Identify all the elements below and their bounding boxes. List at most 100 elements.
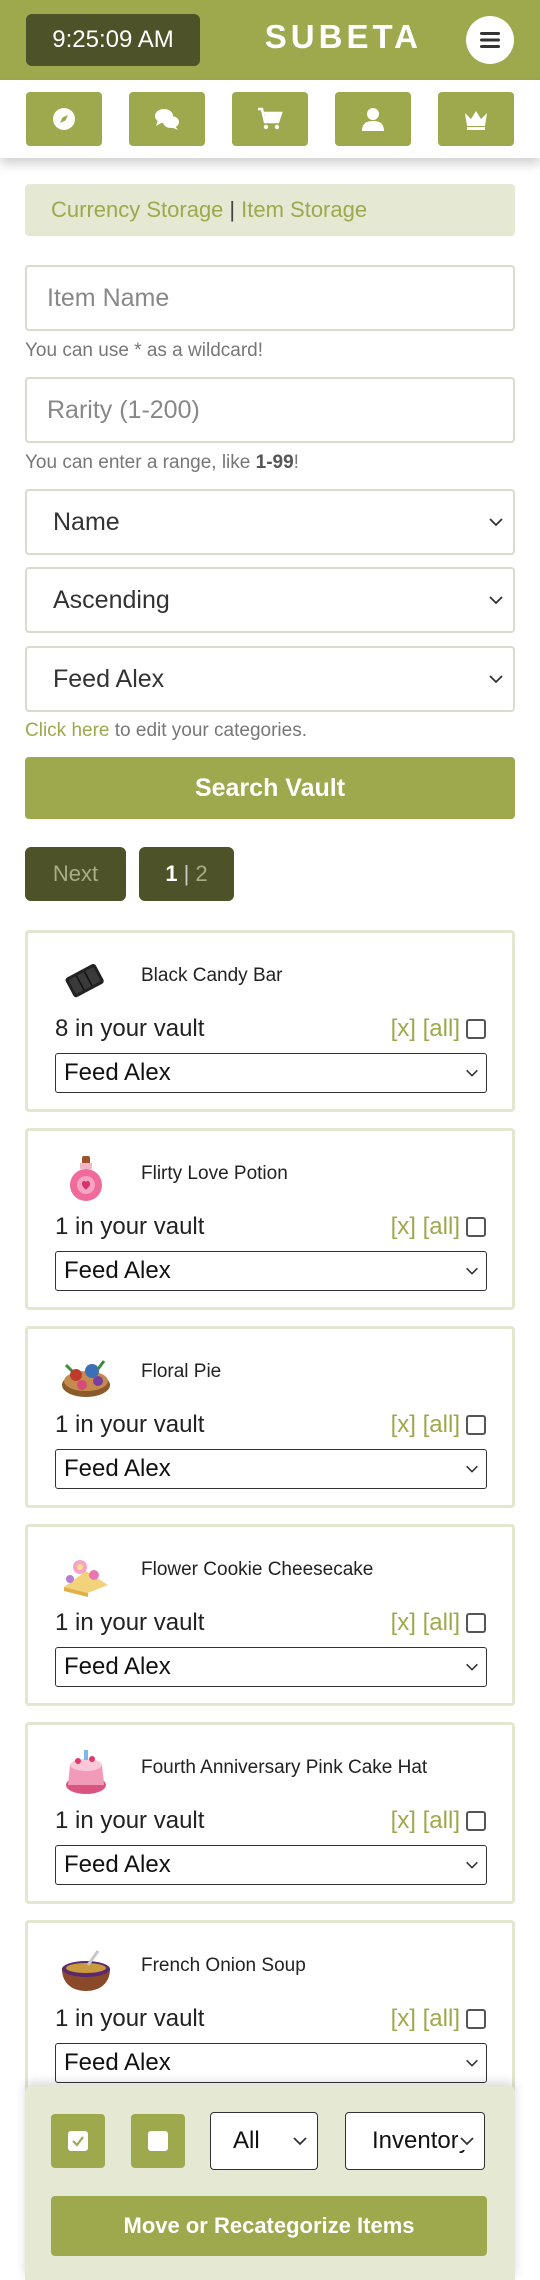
remove-one-link[interactable]: [x] bbox=[391, 2005, 416, 2032]
item-name: Black Candy Bar bbox=[141, 965, 283, 986]
current-page: 1 bbox=[165, 861, 178, 886]
item-category-select[interactable]: Feed Alex bbox=[55, 1647, 487, 1687]
item-category-select[interactable]: Feed Alex bbox=[55, 2043, 487, 2083]
page-separator: | bbox=[183, 861, 190, 886]
item-storage-link[interactable]: Item Storage bbox=[241, 197, 367, 223]
flower-cookie-cheesecake-image bbox=[64, 1560, 108, 1597]
site-logo[interactable]: SUBETA bbox=[265, 18, 422, 56]
item-count: 1 in your vault bbox=[55, 1807, 205, 1834]
chevron-down-icon bbox=[489, 675, 503, 684]
item-name-placeholder: Item Name bbox=[47, 283, 170, 312]
rarity-input[interactable]: Rarity (1-200) bbox=[25, 377, 515, 443]
chevron-down-icon bbox=[466, 1861, 478, 1869]
chevron-down-icon bbox=[489, 518, 503, 527]
chevron-down-icon bbox=[466, 1267, 478, 1275]
remove-all-link[interactable]: [all] bbox=[423, 1213, 460, 1240]
move-items-button[interactable]: Move or Recategorize Items bbox=[51, 2196, 487, 2256]
quantity-filter-select[interactable]: All bbox=[210, 2112, 318, 2170]
item-checkbox[interactable] bbox=[466, 1019, 486, 1039]
destination-value: Inventory bbox=[372, 2127, 471, 2154]
item-category-value: Feed Alex bbox=[64, 1653, 171, 1680]
remove-one-link[interactable]: [x] bbox=[391, 1411, 416, 1438]
wildcard-hint: You can use * as a wildcard! bbox=[25, 340, 264, 361]
item-checkbox[interactable] bbox=[466, 2009, 486, 2029]
item-category-value: Feed Alex bbox=[64, 1455, 171, 1482]
item-category-value: Feed Alex bbox=[64, 1851, 171, 1878]
categories-hint: Click here to edit your categories. bbox=[25, 720, 307, 742]
edit-categories-link[interactable]: Click here bbox=[25, 720, 109, 741]
remove-all-link[interactable]: [all] bbox=[423, 1411, 460, 1438]
vault-item-card: Black Candy Bar 8 in your vault [x] [all… bbox=[25, 930, 515, 1112]
page-2-link[interactable]: 2 bbox=[195, 861, 207, 887]
item-count: 1 in your vault bbox=[55, 1609, 205, 1636]
item-actions: [x] [all] bbox=[391, 1807, 460, 1835]
category-value: Feed Alex bbox=[53, 664, 165, 693]
item-name-input[interactable]: Item Name bbox=[25, 265, 515, 331]
nav-chat-button[interactable] bbox=[129, 92, 205, 146]
pink-cake-hat-image bbox=[66, 1750, 106, 1794]
empty-box-icon bbox=[148, 2131, 168, 2151]
vault-item-card: Flirty Love Potion 1 in your vault [x] [… bbox=[25, 1128, 515, 1310]
sort-field-select[interactable]: Name bbox=[25, 489, 515, 555]
remove-one-link[interactable]: [x] bbox=[391, 1213, 416, 1240]
user-icon bbox=[362, 108, 384, 131]
item-name: French Onion Soup bbox=[141, 1955, 306, 1976]
chevron-down-icon bbox=[466, 1663, 478, 1671]
range-hint: You can enter a range, like 1-99! bbox=[25, 452, 299, 474]
chat-icon bbox=[155, 109, 179, 130]
next-page-button[interactable]: Next bbox=[25, 847, 126, 901]
range-hint-example: 1-99 bbox=[255, 452, 294, 473]
remove-all-link[interactable]: [all] bbox=[423, 1807, 460, 1834]
nav-premium-button[interactable] bbox=[438, 92, 514, 146]
remove-all-link[interactable]: [all] bbox=[423, 1015, 460, 1042]
item-count: 1 in your vault bbox=[55, 1213, 205, 1240]
remove-all-link[interactable]: [all] bbox=[423, 2005, 460, 2032]
item-name: Fourth Anniversary Pink Cake Hat bbox=[141, 1757, 428, 1778]
item-actions: [x] [all] bbox=[391, 1609, 460, 1637]
destination-select[interactable]: Inventory bbox=[345, 2112, 485, 2170]
item-name: Floral Pie bbox=[141, 1361, 222, 1382]
chevron-down-icon bbox=[466, 1069, 478, 1077]
remove-one-link[interactable]: [x] bbox=[391, 1807, 416, 1834]
item-category-select[interactable]: Feed Alex bbox=[55, 1251, 487, 1291]
item-count: 1 in your vault bbox=[55, 1411, 205, 1438]
item-category-value: Feed Alex bbox=[64, 1059, 171, 1086]
tab-separator: | bbox=[229, 197, 236, 222]
item-checkbox[interactable] bbox=[466, 1613, 486, 1633]
sort-order-select[interactable]: Ascending bbox=[25, 567, 515, 633]
category-select[interactable]: Feed Alex bbox=[25, 646, 515, 712]
top-bar: 9:25:09 AM SUBETA bbox=[0, 0, 540, 80]
item-name: Flirty Love Potion bbox=[141, 1163, 288, 1184]
select-all-button[interactable] bbox=[51, 2114, 105, 2168]
vault-item-card: Fourth Anniversary Pink Cake Hat 1 in yo… bbox=[25, 1722, 515, 1904]
cart-icon bbox=[258, 107, 283, 130]
checked-box-icon bbox=[68, 2131, 88, 2151]
nav-profile-button[interactable] bbox=[335, 92, 411, 146]
nav-shop-button[interactable] bbox=[232, 92, 308, 146]
item-checkbox[interactable] bbox=[466, 1415, 486, 1435]
remove-one-link[interactable]: [x] bbox=[391, 1015, 416, 1042]
nav-explore-button[interactable] bbox=[26, 92, 102, 146]
crown-icon bbox=[465, 111, 487, 130]
item-name: Flower Cookie Cheesecake bbox=[141, 1559, 374, 1580]
deselect-all-button[interactable] bbox=[131, 2114, 185, 2168]
item-checkbox[interactable] bbox=[466, 1217, 486, 1237]
item-category-select[interactable]: Feed Alex bbox=[55, 1449, 487, 1489]
vault-item-card: Floral Pie 1 in your vault [x] [all] Fee… bbox=[25, 1326, 515, 1508]
sort-field-value: Name bbox=[53, 507, 120, 536]
item-category-value: Feed Alex bbox=[64, 2049, 171, 2076]
currency-storage-link[interactable]: Currency Storage bbox=[51, 197, 223, 223]
love-potion-image bbox=[70, 1156, 102, 1201]
remove-one-link[interactable]: [x] bbox=[391, 1609, 416, 1636]
sort-order-value: Ascending bbox=[53, 585, 170, 614]
compass-icon bbox=[53, 108, 75, 130]
search-vault-button[interactable]: Search Vault bbox=[25, 757, 515, 819]
item-category-select[interactable]: Feed Alex bbox=[55, 1845, 487, 1885]
item-checkbox[interactable] bbox=[466, 1811, 486, 1831]
item-category-select[interactable]: Feed Alex bbox=[55, 1053, 487, 1093]
chevron-down-icon bbox=[293, 2137, 307, 2146]
floral-pie-image bbox=[62, 1360, 110, 1397]
remove-all-link[interactable]: [all] bbox=[423, 1609, 460, 1636]
chevron-down-icon bbox=[466, 2059, 478, 2067]
menu-button[interactable] bbox=[466, 16, 514, 64]
